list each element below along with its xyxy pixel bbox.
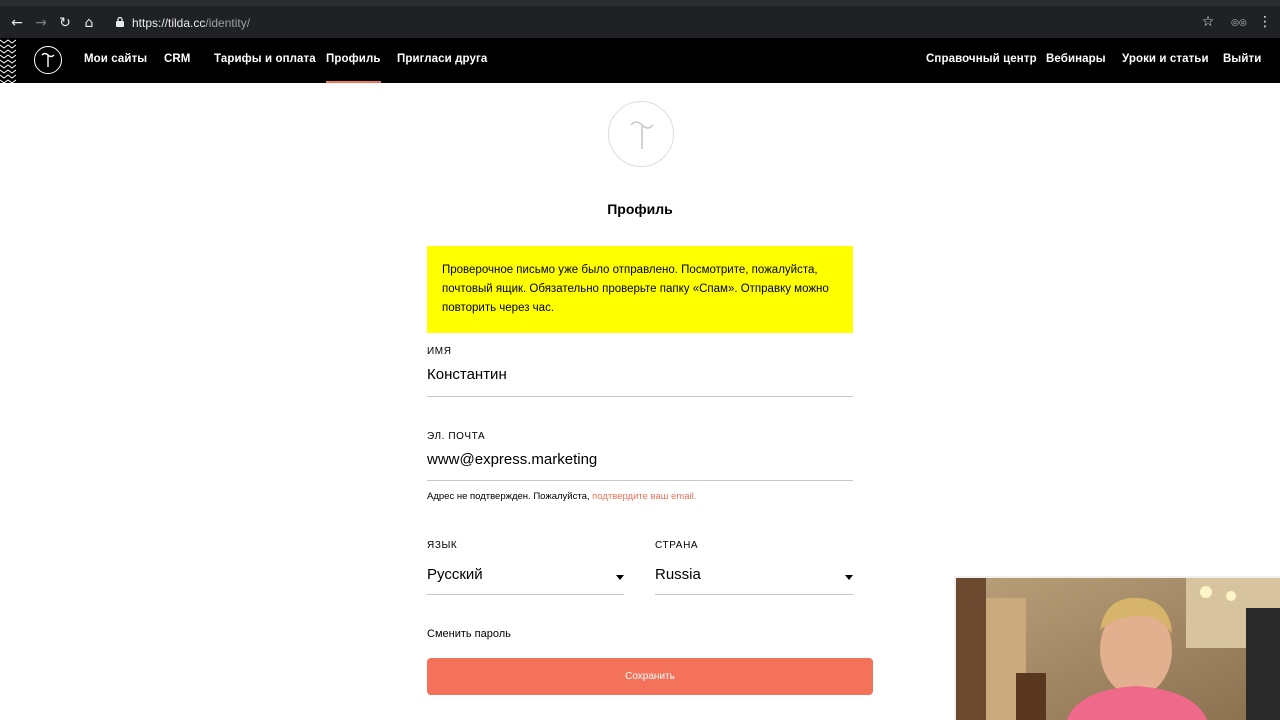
nav-my-sites[interactable]: Мои сайты [84, 53, 147, 65]
tilda-avatar-icon [630, 121, 654, 149]
webcam-video-image [956, 578, 1280, 720]
email-underline [427, 480, 853, 481]
nav-lessons[interactable]: Уроки и статьи [1122, 53, 1209, 65]
change-password-link[interactable]: Сменить пароль [427, 628, 511, 640]
email-hint: Адрес не подтвержден. Пожалуйста, подтве… [427, 491, 696, 502]
nav-tariffs[interactable]: Тарифы и оплата [214, 53, 316, 65]
bookmark-star-icon[interactable]: ☆ [1200, 14, 1216, 30]
site-header: Мои сайты CRM Тарифы и оплата Профиль Пр… [0, 38, 1280, 83]
page-title: Профиль [607, 201, 673, 217]
url-host: https://tilda.cc [132, 16, 206, 30]
email-field[interactable]: www@express.marketing [427, 451, 597, 468]
url-path: /identity/ [205, 16, 251, 30]
nav-help-center[interactable]: Справочный центр [926, 53, 1037, 65]
language-chevron-down-icon[interactable] [616, 575, 624, 580]
email-label: эл. почта [427, 431, 486, 442]
browser-toolbar: ← → ↻ ⌂ https://tilda.cc/identity/ ☆ ◎◎ … [0, 0, 1280, 38]
language-underline [427, 594, 624, 595]
browser-menu-icon[interactable]: ⋮ [1258, 14, 1272, 30]
email-hint-text: Адрес не подтвержден. Пожалуйста, [427, 491, 593, 502]
name-label: имя [427, 346, 452, 357]
country-label: страна [655, 540, 699, 551]
tab-strip [0, 0, 1280, 6]
forward-icon[interactable]: → [32, 14, 50, 32]
avatar[interactable] [608, 101, 674, 167]
address-bar[interactable] [104, 11, 1224, 35]
language-select[interactable]: Русский [427, 566, 483, 583]
lock-icon [116, 17, 124, 27]
confirm-email-link[interactable]: подтвердите ваш email. [592, 491, 696, 502]
country-chevron-down-icon[interactable] [845, 575, 853, 580]
back-icon[interactable]: ← [8, 14, 26, 32]
extension-icon[interactable]: ◎◎ [1231, 16, 1247, 28]
url-text[interactable]: https://tilda.cc/identity/ [132, 16, 250, 30]
save-button[interactable]: Сохранить [427, 658, 873, 695]
reload-icon[interactable]: ↻ [56, 14, 74, 32]
zigzag-pattern [0, 39, 16, 83]
nav-logout[interactable]: Выйти [1223, 53, 1261, 65]
tilda-logo-icon[interactable] [34, 46, 62, 74]
name-underline [427, 396, 853, 397]
name-field[interactable]: Константин [427, 366, 507, 383]
webcam-overlay [954, 576, 1280, 720]
country-select[interactable]: Russia [655, 566, 701, 583]
nav-webinars[interactable]: Вебинары [1046, 53, 1106, 65]
language-label: язык [427, 540, 458, 551]
country-underline [655, 594, 853, 595]
nav-crm[interactable]: CRM [164, 53, 191, 65]
verification-alert: Проверочное письмо уже было отправлено. … [427, 246, 853, 333]
nav-invite-friend[interactable]: Пригласи друга [397, 53, 487, 65]
nav-profile[interactable]: Профиль [326, 53, 381, 83]
home-icon[interactable]: ⌂ [80, 14, 98, 32]
